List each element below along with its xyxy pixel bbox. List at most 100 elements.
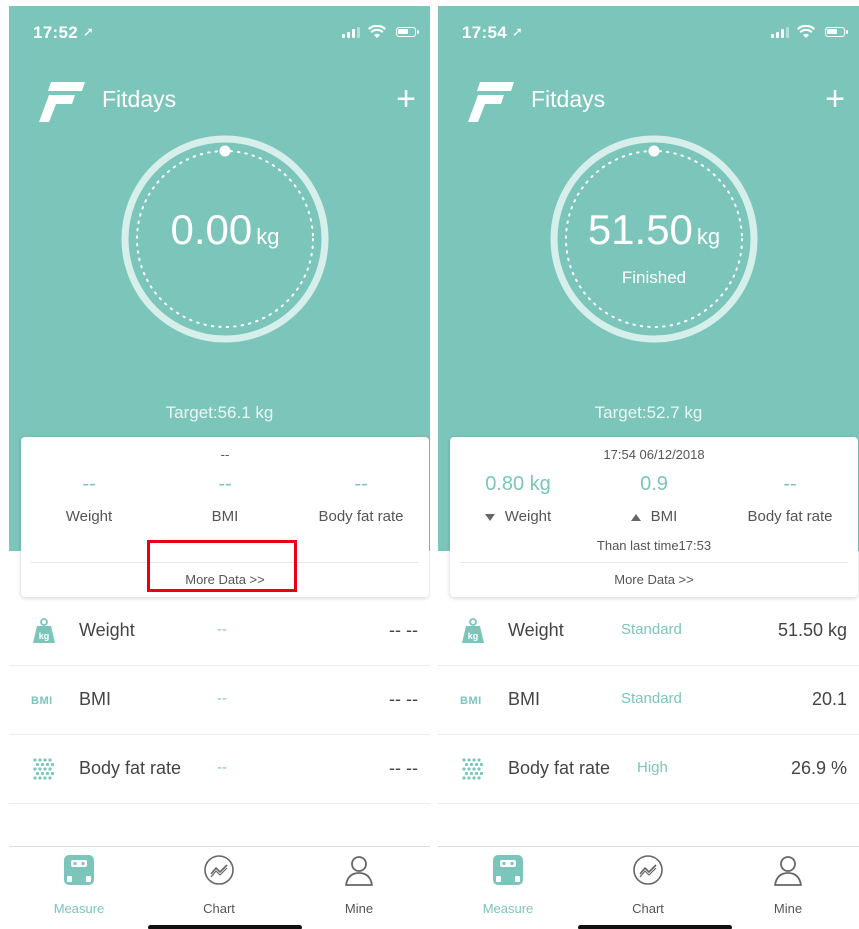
weight-change: 0.80 kg Weight [450,473,586,525]
svg-text:kg: kg [468,631,479,641]
compare-text: Than last time17:53 [596,538,712,553]
metric-status: -- [217,759,227,776]
bmi-change-label: BMI [586,508,722,525]
metric-value: 26.9 % [790,758,847,778]
weight-readout: 51.50 kg [549,206,759,254]
tab-chart[interactable]: Chart [149,853,289,916]
metric-name: Body fat rate [79,758,182,778]
fat-change-label: Body fat rate [747,508,833,525]
bmi-change-value: -- [218,473,232,495]
app-title: Fitdays [531,86,606,112]
tab-label: Mine [773,901,803,916]
location-arrow-icon: ➚ [512,24,523,39]
signal-icon [771,27,789,38]
metric-status: -- [217,621,227,638]
fat-change-label: Body fat rate [318,508,404,525]
bmi-change: 0.9 BMI [586,473,722,525]
metric-name: Weight [79,620,135,640]
tab-label: Measure [482,901,534,916]
bmi-change-label-text: BMI [650,508,678,525]
location-arrow-icon: ➚ [83,24,94,39]
status-time: 17:52 [33,23,78,42]
fat-change: -- Body fat rate [293,473,429,525]
metric-name: Weight [508,620,564,640]
weight-change-value: 0.80 kg [485,473,551,495]
weight-value: 0.00 [170,206,253,253]
bmi-change-value: 0.9 [640,473,668,495]
metric-name: BMI [508,689,541,709]
app-title: Fitdays [102,86,177,112]
metric-status: -- [217,690,227,707]
home-indicator[interactable] [148,925,302,929]
metric-row-weight[interactable]: kg Weight -- -- -- [9,598,430,666]
weight-kg-icon: kg [462,618,484,643]
summary-card: 17:54 06/12/2018 0.80 kg Weight 0.9 BMI … [450,437,858,597]
tab-label: Mine [344,901,374,916]
weight-change-label-text: Weight [504,508,552,525]
measure-time: 17:54 06/12/2018 [603,447,705,462]
status-bar: 17:52 ➚ [9,6,430,52]
add-button[interactable]: + [825,82,845,116]
svg-text:kg: kg [39,631,50,641]
fat-change: -- Body fat rate [722,473,858,525]
wifi-icon [797,25,815,38]
tab-chart[interactable]: Chart [578,853,718,916]
weight-unit: kg [696,224,721,249]
metric-value: -- -- [389,758,418,778]
phone-screen-before: 17:52 ➚ Fitdays + 0.00 kg Target:56.1 kg… [9,6,430,929]
weight-kg-icon: kg [33,618,55,643]
fitdays-logo-icon [468,82,514,122]
tab-measure[interactable]: Measure [438,853,578,916]
card-divider [460,562,848,563]
status-time: 17:54 [462,23,507,42]
weight-change-label: Weight [65,508,113,525]
bmi-icon: BMI [31,695,53,707]
person-icon [774,856,802,886]
bmi-change: -- BMI [157,473,293,525]
person-icon [345,856,373,886]
bmi-icon: BMI [460,695,482,707]
metric-status: Standard [621,621,682,638]
add-button[interactable]: + [396,82,416,116]
metric-row-bmi[interactable]: BMI BMI -- -- -- [9,667,430,735]
weight-dial: 0.00 kg [120,134,330,344]
signal-icon [342,27,360,38]
body-fat-icon [462,758,484,780]
weight-unit: kg [256,224,280,249]
metric-value: 20.1 [811,689,847,709]
metric-row-body-fat[interactable]: Body fat rate -- -- -- [9,736,430,804]
tab-mine[interactable]: Mine [718,853,858,916]
tab-label: Chart [203,901,235,916]
target-weight: Target:52.7 kg [594,403,703,422]
weight-change: -- Weight [21,473,157,525]
chart-icon [204,855,234,885]
scale-icon [493,855,523,885]
metric-status: High [637,759,668,776]
bmi-change-label: BMI [211,508,239,525]
metric-status: Standard [621,690,682,707]
phone-screen-after: 17:54 ➚ Fitdays + 51.50 kg Finished Targ… [438,6,859,929]
tab-bar: Measure Chart Mine [438,846,859,929]
tab-label: Measure [53,901,105,916]
metric-value: -- -- [389,620,418,640]
weight-change-value: -- [82,473,96,495]
weight-value: 51.50 [587,206,693,253]
tab-measure[interactable]: Measure [9,853,149,916]
measure-status: Finished [621,268,687,287]
tab-mine[interactable]: Mine [289,853,429,916]
metric-name: BMI [79,689,112,709]
wifi-icon [368,25,386,38]
battery-icon [825,27,848,37]
metric-row-weight[interactable]: kg Weight Standard 51.50 kg [438,598,859,666]
metric-row-bmi[interactable]: BMI BMI Standard 20.1 [438,667,859,735]
more-data-button[interactable]: More Data >> [450,572,858,587]
metric-value: -- -- [389,689,418,709]
metric-row-body-fat[interactable]: Body fat rate High 26.9 % [438,736,859,804]
status-bar: 17:54 ➚ [438,6,859,52]
measure-time: -- [220,447,230,462]
tab-bar: Measure Chart Mine [9,846,430,929]
increase-arrow-icon [630,513,641,521]
home-indicator[interactable] [578,925,732,929]
metric-value: 51.50 kg [777,620,847,640]
metric-name: Body fat rate [508,758,611,778]
